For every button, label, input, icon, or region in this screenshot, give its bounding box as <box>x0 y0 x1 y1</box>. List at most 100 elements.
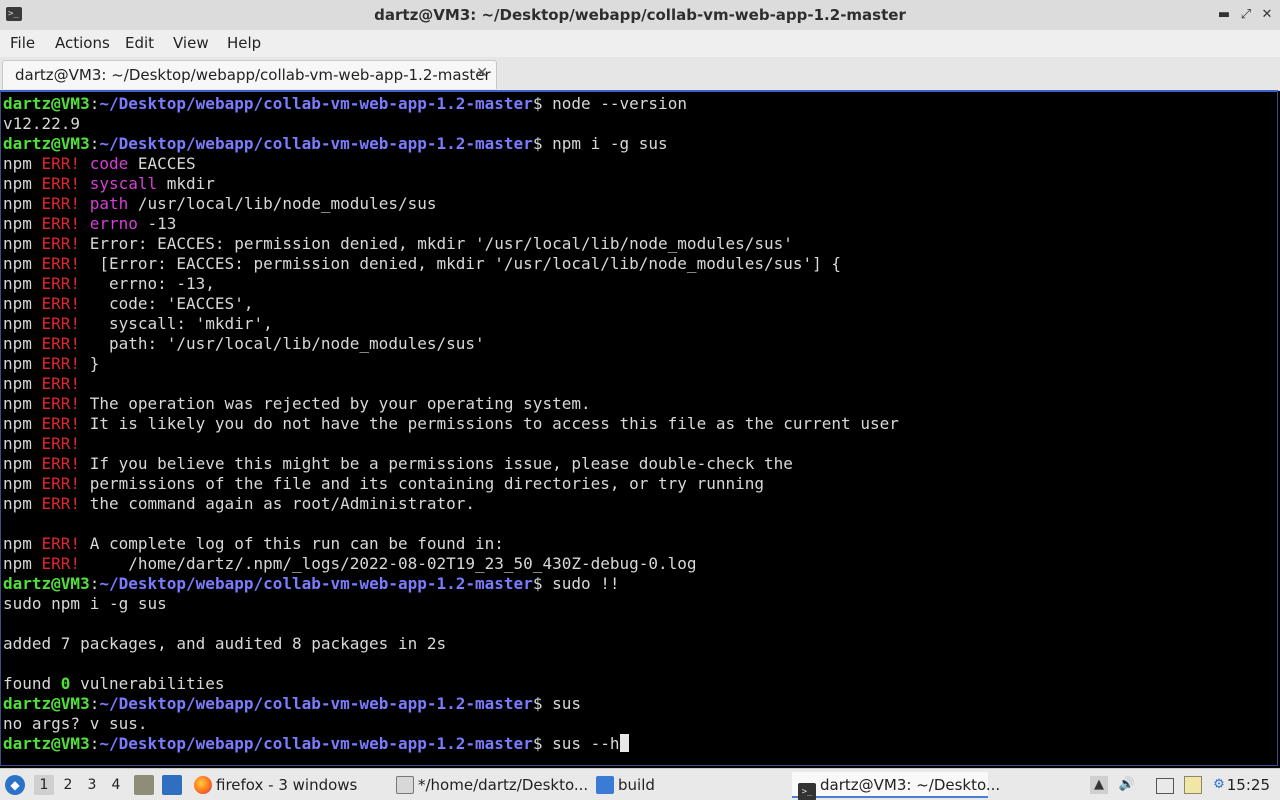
npm-prefix: npm <box>3 214 42 233</box>
close-button[interactable]: ✕ <box>1259 7 1275 23</box>
error-tag: ERR! <box>41 234 81 253</box>
prompt-user-host: dartz@VM3 <box>3 694 90 713</box>
prompt-separator: : <box>89 734 100 753</box>
error-keyword: errno <box>89 214 138 233</box>
notification-icon[interactable]: ⚙ <box>1210 776 1228 794</box>
npm-prefix: npm <box>3 254 42 273</box>
tray-up-icon[interactable]: ▲ <box>1090 776 1108 794</box>
error-text: path: '/usr/local/lib/node_modules/sus' <box>80 334 485 353</box>
show-desktop-icon[interactable] <box>162 775 182 795</box>
terminal-line: npm ERR! Error: EACCES: permission denie… <box>3 234 899 254</box>
prompt-separator: : <box>89 134 100 153</box>
task-folder-build[interactable]: build <box>596 772 716 798</box>
npm-prefix: npm <box>3 414 42 433</box>
taskbar: ◆ 1 2 3 4 firefox - 3 windows */home/dar… <box>0 768 1280 800</box>
workspace-2[interactable]: 2 <box>58 775 78 795</box>
start-menu-icon[interactable]: ◆ <box>5 775 25 795</box>
error-tag: ERR! <box>41 294 81 313</box>
terminal-line: dartz@VM3:~/Desktop/webapp/collab-vm-web… <box>3 134 899 154</box>
error-text: The operation was rejected by your opera… <box>80 394 591 413</box>
maximize-button[interactable]: ⤢ <box>1238 7 1254 23</box>
folder-icon <box>596 776 614 794</box>
output-text: vulnerabilities <box>70 674 225 693</box>
terminal-line: npm ERR! path /usr/local/lib/node_module… <box>3 194 899 214</box>
prompt-path: ~/Desktop/webapp/collab-vm-web-app-1.2-m… <box>99 574 533 593</box>
prompt-user-host: dartz@VM3 <box>3 574 90 593</box>
error-tag: ERR! <box>41 274 81 293</box>
minimize-button[interactable]: ▬ <box>1216 7 1232 23</box>
error-keyword: path <box>89 194 129 213</box>
menu-file[interactable]: File <box>10 34 35 52</box>
error-text: mkdir <box>157 174 215 193</box>
terminal-view[interactable]: dartz@VM3: ~/Desktop/webapp/collab-vm-web… <box>0 90 1278 766</box>
npm-prefix: npm <box>3 294 42 313</box>
error-tag: ERR! <box>41 174 81 193</box>
clipboard-icon[interactable] <box>1184 776 1202 794</box>
terminal-line: npm ERR! syscall mkdir <box>3 174 899 194</box>
prompt-separator: : <box>89 694 100 713</box>
task-terminal[interactable]: >_ dartz@VM3: ~/Deskto... <box>792 772 1000 800</box>
error-tag: ERR! <box>41 374 81 393</box>
task-label: */home/dartz/Deskto... <box>418 776 589 794</box>
terminal-line: added 7 packages, and audited 8 packages… <box>3 634 899 654</box>
npm-prefix: npm <box>3 274 42 293</box>
error-text: EACCES <box>128 154 196 173</box>
error-tag: ERR! <box>41 194 81 213</box>
menu-view[interactable]: View <box>173 34 209 52</box>
volume-icon[interactable]: 🔊 <box>1118 776 1136 794</box>
npm-prefix: npm <box>3 394 42 413</box>
terminal-line: npm ERR! } <box>3 354 899 374</box>
terminal-line: npm ERR! errno -13 <box>3 214 899 234</box>
error-tag: ERR! <box>41 354 81 373</box>
tab-close-icon[interactable]: ✕ <box>476 65 488 81</box>
tab-label: dartz@VM3: ~/Desktop/webapp/collab-vm-we… <box>15 66 491 84</box>
terminal-line: v12.22.9 <box>3 114 899 134</box>
error-text: -13 <box>137 214 177 233</box>
task-firefox[interactable]: firefox - 3 windows <box>194 772 384 798</box>
terminal-line: npm ERR! If you believe this might be a … <box>3 454 899 474</box>
output-text: no args? v sus. <box>3 714 148 733</box>
npm-prefix: npm <box>3 334 42 353</box>
error-tag: ERR! <box>41 494 81 513</box>
task-text-editor[interactable]: */home/dartz/Deskto... <box>396 772 589 798</box>
output-text: added 7 packages, and audited 8 packages… <box>3 634 447 653</box>
clock[interactable]: 15:25 <box>1227 776 1270 794</box>
npm-prefix: npm <box>3 314 42 333</box>
terminal-line: npm ERR! the command again as root/Admin… <box>3 494 899 514</box>
workspace-1[interactable]: 1 <box>34 775 54 795</box>
menu-actions[interactable]: Actions <box>55 34 110 52</box>
error-tag: ERR! <box>41 394 81 413</box>
npm-prefix: npm <box>3 174 42 193</box>
terminal-tab[interactable]: dartz@VM3: ~/Desktop/webapp/collab-vm-we… <box>2 60 497 89</box>
error-tag: ERR! <box>41 554 81 573</box>
terminal-line: npm ERR! path: '/usr/local/lib/node_modu… <box>3 334 899 354</box>
window-titlebar: >_ dartz@VM3: ~/Desktop/webapp/collab-vm… <box>0 0 1280 31</box>
terminal-line: npm ERR! errno: -13, <box>3 274 899 294</box>
npm-prefix: npm <box>3 194 42 213</box>
error-text: syscall: 'mkdir', <box>80 314 273 333</box>
command-text: sus --h <box>552 734 620 753</box>
prompt-separator: : <box>89 94 100 113</box>
terminal-icon: >_ <box>798 783 816 800</box>
workspace-3[interactable]: 3 <box>82 775 102 795</box>
terminal-line: npm ERR! syscall: 'mkdir', <box>3 314 899 334</box>
error-tag: ERR! <box>41 434 81 453</box>
npm-prefix: npm <box>3 474 42 493</box>
workspace-4[interactable]: 4 <box>106 775 126 795</box>
error-text: If you believe this might be a permissio… <box>80 454 793 473</box>
firefox-icon <box>194 776 212 794</box>
menu-edit[interactable]: Edit <box>125 34 154 52</box>
file-manager-launcher-icon[interactable] <box>134 775 154 795</box>
error-keyword: code <box>89 154 129 173</box>
network-icon[interactable] <box>1156 778 1174 794</box>
error-tag: ERR! <box>41 214 81 233</box>
command-text: sudo !! <box>552 574 620 593</box>
menu-help[interactable]: Help <box>227 34 261 52</box>
command-text: npm i -g sus <box>552 134 668 153</box>
menu-bar: File Actions Edit View Help <box>0 30 1280 57</box>
npm-prefix: npm <box>3 374 42 393</box>
